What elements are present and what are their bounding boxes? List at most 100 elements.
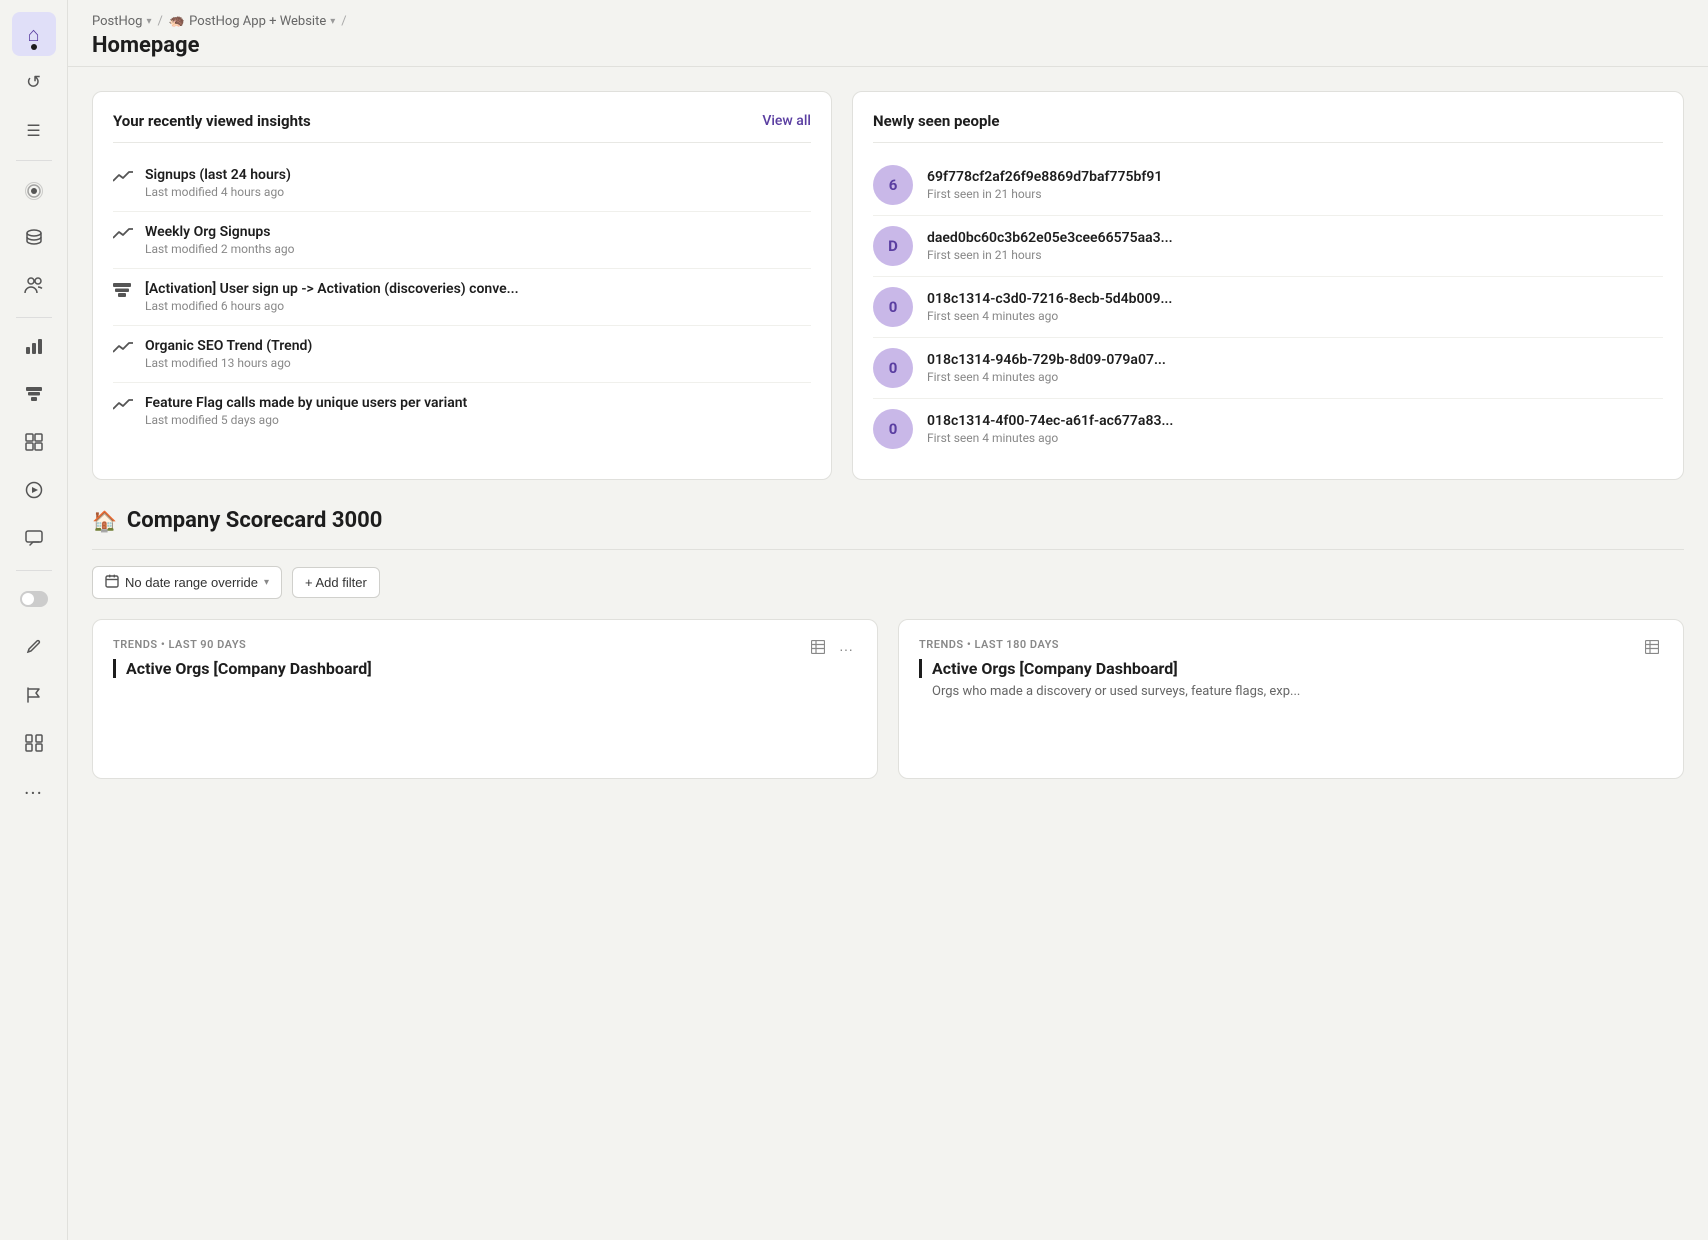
sidebar-item-data-management[interactable]: ☰ — [12, 108, 56, 152]
card-top-row-2: TRENDS • LAST 180 DAYS — [919, 638, 1663, 659]
hedgehog-icon: 🦔 — [169, 14, 185, 29]
activity-icon: ↺ — [26, 72, 41, 93]
avatar: 0 — [873, 287, 913, 327]
sidebar-divider-3 — [16, 570, 52, 571]
person-id: 018c1314-4f00-74ec-a61f-ac677a83... — [927, 413, 1663, 429]
trend-icon — [113, 397, 133, 417]
person-id: 69f778cf2af26f9e8869d7baf775bf91 — [927, 169, 1663, 185]
list-item[interactable]: Signups (last 24 hours) Last modified 4 … — [113, 155, 811, 212]
filter-bar: No date range override ▾ + Add filter — [92, 566, 1684, 599]
recently-viewed-title: Your recently viewed insights — [113, 112, 311, 130]
dashboard-card-2: TRENDS • LAST 180 DAYS — [898, 619, 1684, 779]
sidebar-item-home[interactable]: ⌂ — [12, 12, 56, 56]
insight-info: Organic SEO Trend (Trend) Last modified … — [145, 338, 811, 370]
list-item[interactable]: 0 018c1314-946b-729b-8d09-079a07... Firs… — [873, 338, 1663, 399]
insight-meta: Last modified 6 hours ago — [145, 299, 811, 313]
person-info: daed0bc60c3b62e05e3cee66575aa3... First … — [927, 230, 1663, 262]
breadcrumb-project-label: PostHog App + Website — [189, 14, 326, 29]
insight-name: Organic SEO Trend (Trend) — [145, 338, 811, 354]
list-item[interactable]: Weekly Org Signups Last modified 2 month… — [113, 212, 811, 269]
list-item[interactable]: 0 018c1314-c3d0-7216-8ecb-5d4b009... Fir… — [873, 277, 1663, 338]
newly-seen-title: Newly seen people — [873, 112, 1000, 130]
page-title: Homepage — [92, 33, 1684, 58]
sidebar-item-live-events[interactable] — [12, 169, 56, 213]
list-item[interactable]: Organic SEO Trend (Trend) Last modified … — [113, 326, 811, 383]
newly-seen-header: Newly seen people — [873, 112, 1663, 143]
card-actions-2 — [1641, 638, 1663, 659]
funnel-icon — [113, 283, 133, 303]
insight-name: Weekly Org Signups — [145, 224, 811, 240]
person-list: 6 69f778cf2af26f9e8869d7baf775bf91 First… — [873, 155, 1663, 459]
breadcrumb-project[interactable]: 🦔 PostHog App + Website ▾ — [169, 14, 335, 29]
list-item[interactable]: 0 018c1314-4f00-74ec-a61f-ac677a83... Fi… — [873, 399, 1663, 459]
add-filter-button[interactable]: + Add filter — [292, 567, 380, 598]
person-seen: First seen in 21 hours — [927, 248, 1663, 262]
dashboard-card-1: TRENDS • LAST 90 DAYS ··· — [92, 619, 878, 779]
sidebar-item-more[interactable]: ··· — [12, 771, 56, 815]
sidebar-divider-1 — [16, 160, 52, 161]
insight-meta: Last modified 5 days ago — [145, 413, 811, 427]
breadcrumb-org[interactable]: PostHog ▾ — [92, 14, 152, 29]
view-all-link[interactable]: View all — [762, 113, 811, 129]
trends-label-2: TRENDS • LAST 180 DAYS — [919, 638, 1059, 651]
newly-seen-card: Newly seen people 6 69f778cf2af26f9e8869… — [852, 91, 1684, 480]
scorecard-icon: 🏠 — [92, 509, 117, 533]
chat-icon — [25, 529, 43, 552]
avatar: D — [873, 226, 913, 266]
trends-label-1: TRENDS • LAST 90 DAYS — [113, 638, 246, 651]
avatar: 0 — [873, 409, 913, 449]
list-item[interactable]: [Activation] User sign up -> Activation … — [113, 269, 811, 326]
chevron-down-icon: ▾ — [146, 16, 151, 27]
sidebar-item-replays[interactable] — [12, 470, 56, 514]
insight-info: Signups (last 24 hours) Last modified 4 … — [145, 167, 811, 199]
dashboard-row: TRENDS • LAST 90 DAYS ··· — [92, 619, 1684, 779]
date-range-button[interactable]: No date range override ▾ — [92, 566, 282, 599]
person-info: 018c1314-946b-729b-8d09-079a07... First … — [927, 352, 1663, 384]
sidebar-item-surveys[interactable] — [12, 518, 56, 562]
card-more-button-1[interactable]: ··· — [835, 638, 857, 659]
main-content: PostHog ▾ / 🦔 PostHog App + Website ▾ / … — [68, 0, 1708, 1240]
person-info: 018c1314-4f00-74ec-a61f-ac677a83... Firs… — [927, 413, 1663, 445]
ellipsis-icon: ··· — [24, 781, 43, 805]
card-table-button-1[interactable] — [807, 638, 829, 659]
breadcrumb: PostHog ▾ / 🦔 PostHog App + Website ▾ / — [92, 14, 1684, 29]
scorecard-section: 🏠 Company Scorecard 3000 No date range o… — [92, 508, 1684, 779]
list-item[interactable]: Feature Flag calls made by unique users … — [113, 383, 811, 439]
home-icon: ⌂ — [27, 22, 39, 47]
card-title-1: Active Orgs [Company Dashboard] — [113, 659, 857, 678]
sidebar-item-persons[interactable] — [12, 265, 56, 309]
avatar: 6 — [873, 165, 913, 205]
insight-meta: Last modified 13 hours ago — [145, 356, 811, 370]
sidebar-divider-2 — [16, 317, 52, 318]
insight-meta: Last modified 4 hours ago — [145, 185, 811, 199]
sidebar-item-apps[interactable] — [12, 723, 56, 767]
scorecard-header: 🏠 Company Scorecard 3000 — [92, 508, 1684, 550]
sidebar-item-insights[interactable] — [12, 326, 56, 370]
list-icon: ☰ — [26, 121, 40, 140]
sidebar-item-dark-mode[interactable] — [12, 579, 56, 623]
date-range-label: No date range override — [125, 575, 258, 590]
sidebar-item-feature-flags[interactable] — [12, 675, 56, 719]
card-table-button-2[interactable] — [1641, 638, 1663, 659]
replay-icon — [25, 481, 43, 504]
sidebar-item-annotations[interactable] — [12, 627, 56, 671]
sidebar-item-activity[interactable]: ↺ — [12, 60, 56, 104]
top-row: Your recently viewed insights View all S… — [92, 91, 1684, 480]
sidebar-item-funnels[interactable] — [12, 374, 56, 418]
insight-name: Feature Flag calls made by unique users … — [145, 395, 811, 411]
person-seen: First seen 4 minutes ago — [927, 431, 1663, 445]
avatar: 0 — [873, 348, 913, 388]
card-label-1: TRENDS • LAST 90 DAYS — [113, 638, 246, 651]
sidebar-item-database[interactable] — [12, 217, 56, 261]
list-item[interactable]: D daed0bc60c3b62e05e3cee66575aa3... Firs… — [873, 216, 1663, 277]
recently-viewed-header: Your recently viewed insights View all — [113, 112, 811, 143]
funnel-chart-icon — [25, 385, 43, 408]
card-title-2: Active Orgs [Company Dashboard] — [919, 659, 1663, 678]
trend-icon — [113, 169, 133, 189]
database-icon — [25, 228, 43, 251]
list-item[interactable]: 6 69f778cf2af26f9e8869d7baf775bf91 First… — [873, 155, 1663, 216]
sidebar-item-experiments[interactable] — [12, 422, 56, 466]
card-actions-1: ··· — [807, 638, 857, 659]
breadcrumb-sep-1: / — [158, 14, 163, 29]
person-info: 018c1314-c3d0-7216-8ecb-5d4b009... First… — [927, 291, 1663, 323]
